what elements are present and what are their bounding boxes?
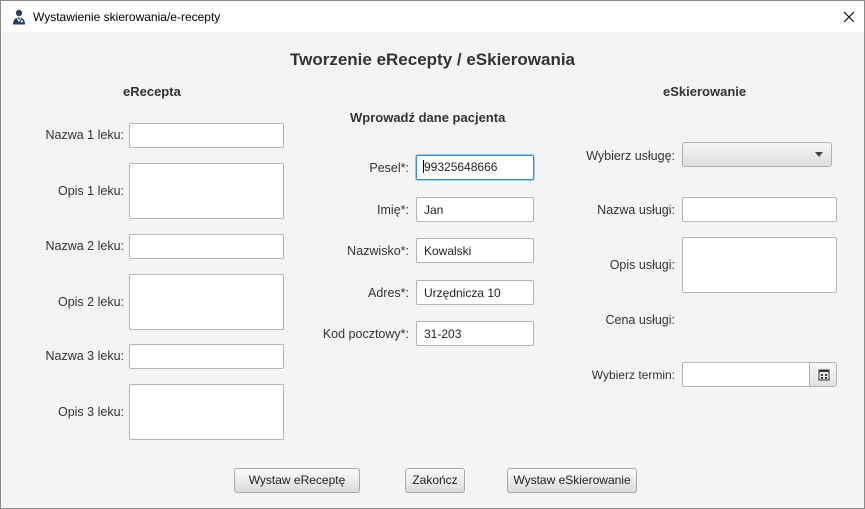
title-bar: Wystawienie skierowania/e-recepty	[1, 1, 864, 32]
postal-code-input[interactable]	[416, 321, 534, 346]
chevron-down-icon	[815, 152, 823, 157]
last-name-input[interactable]	[416, 238, 534, 263]
drug1-desc-label: Opis 1 leku:	[57, 184, 124, 198]
service-desc-textarea[interactable]	[682, 237, 837, 293]
drug3-desc-label: Opis 3 leku:	[57, 405, 124, 419]
pesel-label: Pesel*:	[369, 161, 409, 175]
address-label: Adres*:	[368, 286, 409, 300]
service-name-label: Nazwa usługi:	[597, 203, 675, 217]
drug2-desc-label: Opis 2 leku:	[57, 295, 124, 309]
postal-code-label: Kod pocztowy*:	[322, 327, 409, 341]
drug1-name-input[interactable]	[129, 123, 284, 148]
drug2-desc-textarea[interactable]	[129, 274, 284, 330]
pesel-value: 99325648666	[424, 160, 498, 174]
address-input[interactable]	[416, 280, 534, 305]
service-desc-label: Opis usługi:	[609, 258, 675, 272]
drug3-desc-textarea[interactable]	[129, 384, 284, 440]
erecepta-title: eRecepta	[123, 84, 181, 99]
finish-button[interactable]: Zakończ	[405, 468, 465, 493]
date-label: Wybierz termin:	[591, 368, 675, 382]
user-doctor-icon	[13, 9, 25, 25]
drug1-desc-textarea[interactable]	[129, 163, 284, 219]
service-select-label: Wybierz usługę:	[586, 149, 675, 163]
drug3-name-input[interactable]	[129, 344, 284, 369]
drug1-name-label: Nazwa 1 leku:	[45, 128, 124, 142]
eskierowanie-title: eSkierowanie	[663, 84, 747, 99]
close-icon[interactable]	[833, 1, 864, 32]
last-name-label: Nazwisko*:	[347, 244, 409, 258]
first-name-label: Imię*:	[377, 203, 409, 217]
dialog-window: Wystawienie skierowania/e-recepty Tworze…	[0, 0, 865, 509]
window-title: Wystawienie skierowania/e-recepty	[33, 10, 221, 24]
calendar-icon	[818, 369, 830, 381]
patient-title: Wprowadź dane pacjenta	[350, 110, 506, 125]
issue-erecepta-button[interactable]: Wystaw eReceptę	[234, 468, 360, 493]
service-price-label: Cena usługi:	[605, 313, 676, 327]
date-input[interactable]	[682, 362, 810, 387]
form-heading: Tworzenie eRecepty / eSkierowania	[289, 50, 575, 69]
drug2-name-label: Nazwa 2 leku:	[45, 239, 124, 253]
drug3-name-label: Nazwa 3 leku:	[45, 349, 124, 363]
first-name-input[interactable]	[416, 197, 534, 222]
service-select[interactable]	[682, 142, 832, 167]
drug2-name-input[interactable]	[129, 234, 284, 259]
date-picker-button[interactable]	[810, 362, 837, 387]
pesel-input[interactable]: 99325648666	[416, 155, 534, 180]
issue-eskierowanie-button[interactable]: Wystaw eSkierowanie	[507, 468, 637, 493]
service-name-input[interactable]	[682, 197, 837, 222]
